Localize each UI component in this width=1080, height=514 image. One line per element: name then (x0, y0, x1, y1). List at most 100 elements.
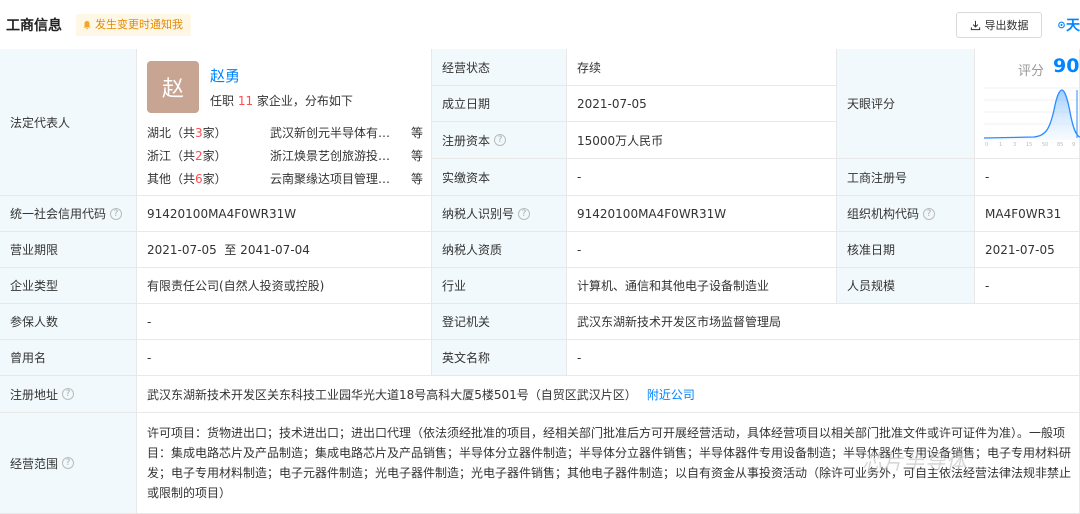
credit-code-label-text: 统一社会信用代码 (10, 207, 107, 221)
tianyan-logo-icon[interactable]: 天 (1058, 14, 1080, 36)
company-type-value: 有限责任公司(自然人投资或控股) (137, 268, 432, 304)
section-title: 工商信息 (6, 18, 62, 34)
capital-value: 15000万人民币 (567, 122, 837, 159)
business-scope-label: 经营范围? (0, 413, 137, 514)
avatar[interactable]: 赵 (147, 61, 199, 113)
axis-tick: 3 (1013, 142, 1016, 148)
industry-label: 行业 (432, 268, 567, 304)
summary-suffix: 家企业，分布如下 (253, 94, 353, 108)
region-item[interactable]: 其他（共6家） (147, 170, 227, 187)
address-label: 注册地址? (0, 376, 137, 413)
address-value: 武汉东湖新技术开发区关东科技工业园华光大道18号高科大厦5楼501号（自贸区武汉… (147, 387, 637, 402)
download-icon (970, 20, 980, 30)
region-company-link[interactable]: 云南聚缘达项目管理… (270, 170, 390, 187)
info-icon[interactable]: ? (110, 207, 123, 220)
english-name-label: 英文名称 (432, 340, 567, 376)
region-end: 家） (202, 126, 227, 140)
region-more-link[interactable]: 等 (411, 124, 423, 141)
credit-code-value: 91420100MA4F0WR31W (137, 196, 432, 232)
reg-authority-label: 登记机关 (432, 304, 567, 340)
approve-date-label: 核准日期 (837, 232, 975, 268)
nearby-companies-link[interactable]: 附近公司 (647, 386, 695, 403)
region-more-link[interactable]: 等 (411, 147, 423, 164)
former-name-value: - (137, 340, 432, 376)
paid-capital-label: 实缴资本 (432, 159, 567, 196)
axis-tick: 9 (1072, 142, 1075, 148)
status-value: 存续 (567, 49, 837, 86)
region-more-link[interactable]: 等 (411, 170, 423, 187)
address-label-text: 注册地址 (10, 387, 59, 402)
english-name-value: - (567, 340, 1080, 376)
logo-text: 天 (1066, 18, 1080, 34)
tax-id-label-text: 纳税人识别号 (442, 207, 515, 221)
insured-count-label: 参保人数 (0, 304, 137, 340)
company-type-label: 企业类型 (0, 268, 137, 304)
axis-tick: 50 (1042, 142, 1048, 148)
info-icon[interactable]: ? (62, 457, 75, 469)
tax-qualification-value: - (567, 232, 837, 268)
org-code-value: MA4F0WR31 (975, 196, 1080, 232)
info-icon[interactable]: ? (494, 134, 507, 146)
region-name: 其他（共 (147, 172, 196, 186)
status-label: 经营状态 (432, 49, 567, 86)
axis-tick: 1 (999, 142, 1002, 148)
notify-label: 发生变更时通知我 (95, 18, 183, 31)
former-name-label: 曾用名 (0, 340, 137, 376)
region-item[interactable]: 浙江（共2家） (147, 147, 227, 164)
approve-date-value: 2021-07-05 (975, 232, 1080, 268)
org-code-label-text: 组织机构代码 (847, 207, 920, 221)
legal-rep-label: 法定代表人 (0, 49, 137, 196)
tax-id-value: 91420100MA4F0WR31W (567, 196, 837, 232)
info-icon[interactable]: ? (923, 207, 936, 220)
term-label: 营业期限 (0, 232, 137, 268)
reg-no-label: 工商注册号 (837, 159, 975, 196)
tax-id-label: 纳税人识别号? (432, 196, 567, 232)
org-code-label: 组织机构代码? (837, 196, 975, 232)
region-company-link[interactable]: 浙江焕景艺创旅游投… (270, 147, 390, 164)
found-date-label: 成立日期 (432, 86, 567, 122)
export-data-button[interactable]: 导出数据 (956, 12, 1042, 38)
legal-rep-name[interactable]: 赵勇 (210, 65, 240, 86)
paid-capital-value: - (567, 159, 837, 196)
reg-authority-value: 武汉东湖新技术开发区市场监督管理局 (567, 304, 1080, 340)
industry-value: 计算机、通信和其他电子设备制造业 (567, 268, 837, 304)
region-name: 浙江（共 (147, 149, 196, 163)
address-cell: 武汉东湖新技术开发区关东科技工业园华光大道18号高科大厦5楼501号（自贸区武汉… (137, 376, 1080, 413)
capital-label-text: 注册资本 (442, 133, 491, 148)
business-scope-label-text: 经营范围 (10, 456, 59, 471)
score-label: 评分 (1018, 64, 1045, 79)
term-value: 2021-07-05 至 2041-07-04 (137, 232, 432, 268)
score-distribution-chart: 0 1 3 15 50 85 9 (984, 87, 1080, 148)
region-count: 3 (195, 126, 203, 140)
staff-size-label: 人员规模 (837, 268, 975, 304)
credit-code-label: 统一社会信用代码? (0, 196, 137, 232)
watermark: 芯片半导体 (862, 450, 967, 474)
info-icon[interactable]: ? (518, 207, 531, 220)
score-area (984, 90, 1080, 140)
summary-count: 11 (237, 94, 254, 108)
region-company-link[interactable]: 武汉新创元半导体有… (270, 124, 390, 141)
region-count: 6 (195, 172, 203, 186)
region-item[interactable]: 湖北（共3家） (147, 124, 227, 141)
tianyan-score-label: 天眼评分 (837, 49, 975, 159)
bell-icon (83, 21, 91, 30)
score-value: 90 (1053, 55, 1080, 77)
region-count: 2 (195, 149, 203, 163)
staff-size-value: - (975, 268, 1080, 304)
tax-qualification-label: 纳税人资质 (432, 232, 567, 268)
axis-tick: 85 (1057, 142, 1063, 148)
region-name: 湖北（共 (147, 126, 196, 140)
insured-count-value: - (137, 304, 432, 340)
export-label: 导出数据 (984, 19, 1029, 32)
legal-rep-label-text: 法定代表人 (10, 115, 71, 130)
section-header: 工商信息 发生变更时通知我 导出数据 天 (0, 0, 1080, 48)
info-icon[interactable]: ? (62, 388, 75, 400)
summary-prefix: 任职 (210, 94, 238, 108)
notify-on-change-button[interactable]: 发生变更时通知我 (76, 14, 191, 36)
axis-tick: 0 (985, 142, 988, 148)
avatar-char: 赵 (161, 77, 184, 102)
axis-tick: 15 (1026, 142, 1032, 148)
reg-no-value: - (975, 159, 1080, 196)
capital-label: 注册资本? (432, 122, 567, 159)
region-end: 家） (202, 172, 227, 186)
